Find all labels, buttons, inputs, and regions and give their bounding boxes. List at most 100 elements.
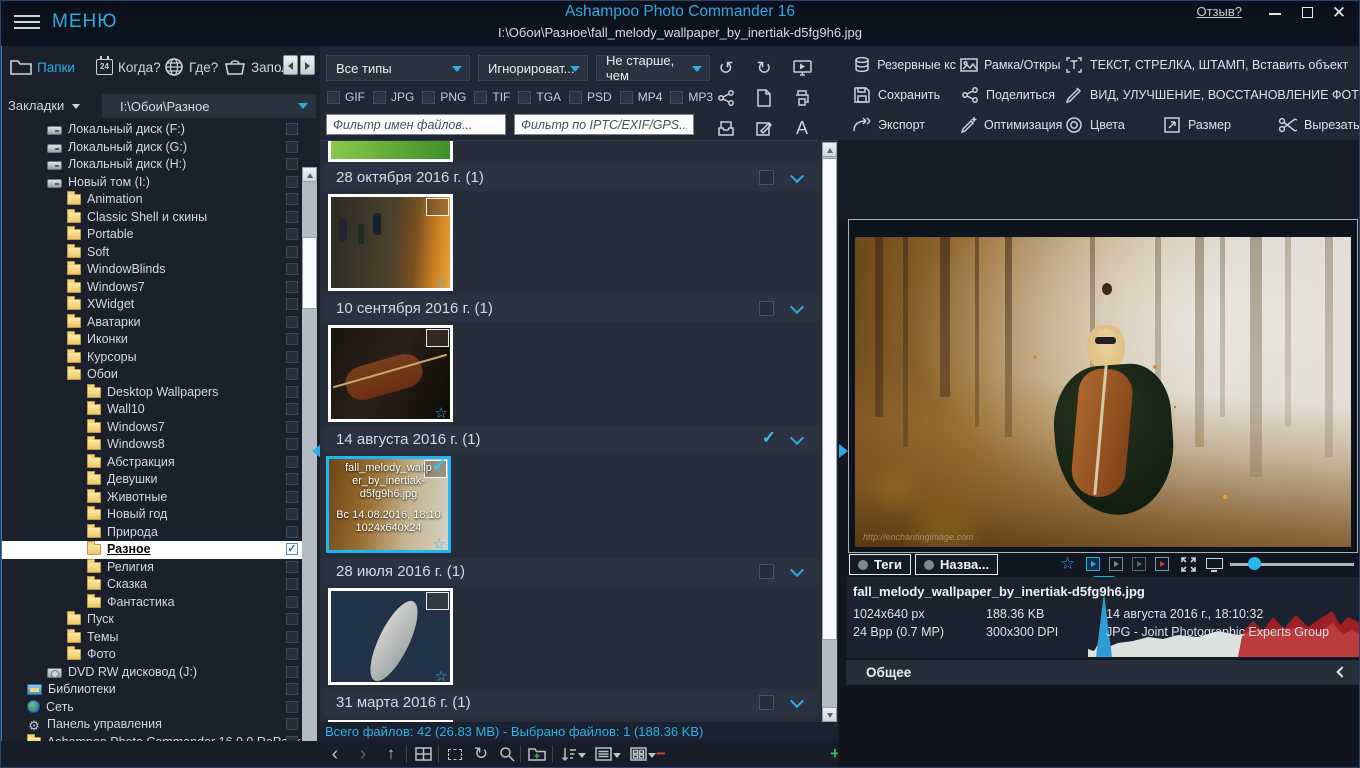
tree-item-checkbox[interactable]: [286, 211, 298, 223]
action-size-button[interactable]: Размер: [1162, 115, 1274, 135]
tree-item[interactable]: Сеть: [2, 699, 302, 717]
date-group-header[interactable]: 10 сентября 2016 г. (1): [324, 295, 818, 322]
slider-knob[interactable]: [1248, 557, 1261, 570]
path-combobox[interactable]: I:\Обои\Разное: [102, 94, 316, 118]
tree-item-checkbox[interactable]: [286, 666, 298, 678]
monitor-icon[interactable]: [1206, 558, 1223, 569]
thumbnail-fall[interactable]: ☆fall_melody_wallper_by_inertiak-d5fg9h6…: [326, 456, 451, 553]
tree-item-checkbox[interactable]: [286, 403, 298, 415]
date-group-header[interactable]: 28 июля 2016 г. (1): [324, 558, 818, 585]
chevron-left-icon[interactable]: [1336, 666, 1347, 677]
tree-item-checkbox[interactable]: [286, 473, 298, 485]
feedback-link[interactable]: Отзыв?: [1196, 4, 1242, 19]
tree-item[interactable]: Фото: [2, 646, 302, 664]
tree-item-checkbox[interactable]: [286, 158, 298, 170]
star-rating-icon[interactable]: ☆: [435, 273, 448, 291]
tree-item-checkbox[interactable]: [286, 701, 298, 713]
tree-item[interactable]: Разное✓: [2, 541, 302, 559]
view-thumbnails-button[interactable]: [627, 744, 649, 764]
tree-item[interactable]: Абстракция: [2, 454, 302, 472]
tab-scroll-right-button[interactable]: [300, 55, 315, 75]
back-button[interactable]: ‹: [324, 744, 346, 764]
group-checkbox[interactable]: [759, 695, 774, 710]
tree-item[interactable]: Windows7: [2, 279, 302, 297]
tree-item[interactable]: Windows7: [2, 419, 302, 437]
print-button[interactable]: [790, 86, 814, 110]
tree-item[interactable]: Обои: [2, 366, 302, 384]
maximize-button[interactable]: [1298, 4, 1316, 22]
format-checkbox-mp3[interactable]: MP3: [670, 90, 713, 104]
metadata-filter-input[interactable]: [514, 114, 694, 135]
ignore-dropdown[interactable]: Игнорироват...: [478, 55, 588, 81]
tree-item-checkbox[interactable]: [286, 368, 298, 380]
action-brush-button[interactable]: ВИД, УЛУЧШЕНИЕ, ВОССТАНОВЛЕНИЕ ФОТО: [1064, 85, 1360, 105]
scroll-up-button[interactable]: [822, 142, 837, 157]
checkbox-icon[interactable]: [620, 91, 633, 104]
chevron-down-icon[interactable]: [790, 563, 804, 577]
date-group-header[interactable]: 14 августа 2016 г. (1)✓: [324, 426, 818, 453]
tree-item[interactable]: Девушки: [2, 471, 302, 489]
tab-when[interactable]: 24 Когда?: [96, 54, 161, 80]
action-share-button[interactable]: Поделиться: [960, 85, 1060, 105]
bookmarks-dropdown[interactable]: Закладки: [8, 98, 64, 113]
forward-button[interactable]: ›: [352, 744, 374, 764]
action-colors-button[interactable]: Цвета: [1064, 115, 1158, 135]
edit-button[interactable]: [752, 116, 776, 140]
action-save-button[interactable]: Сохранить: [852, 85, 956, 105]
new-folder-button[interactable]: [526, 744, 548, 764]
auto-view-toggle-2[interactable]: [1109, 557, 1123, 571]
tree-item[interactable]: XWidget: [2, 296, 302, 314]
action-frame-button[interactable]: Рамка/Откры: [960, 55, 1060, 75]
tree-item[interactable]: Сказка: [2, 576, 302, 594]
tree-item[interactable]: Локальный диск (H:): [2, 156, 302, 174]
tree-item[interactable]: Курсоры: [2, 349, 302, 367]
tree-item[interactable]: DVD RW дисковод (J:): [2, 664, 302, 682]
group-checkbox[interactable]: [759, 301, 774, 316]
format-checkbox-png[interactable]: PNG: [422, 90, 466, 104]
star-rating-icon[interactable]: ☆: [1060, 554, 1075, 574]
tree-item-checkbox[interactable]: [286, 228, 298, 240]
tree-item-checkbox[interactable]: [286, 631, 298, 643]
tree-item-checkbox[interactable]: [286, 718, 298, 730]
table-view-button[interactable]: [412, 744, 434, 764]
tree-item[interactable]: Природа: [2, 524, 302, 542]
action-backup-button[interactable]: Резервные кс: [852, 55, 956, 75]
tab-folders[interactable]: Папки: [10, 54, 75, 80]
tree-item-checkbox[interactable]: [286, 438, 298, 450]
share-quick-button[interactable]: [714, 86, 738, 110]
file-type-dropdown[interactable]: Все типы: [326, 55, 470, 81]
format-checkbox-jpg[interactable]: JPG: [373, 90, 414, 104]
tree-item[interactable]: Soft: [2, 244, 302, 262]
checkbox-icon[interactable]: [518, 91, 531, 104]
tree-item[interactable]: Portable: [2, 226, 302, 244]
tree-item[interactable]: Wall10: [2, 401, 302, 419]
tree-item-checkbox[interactable]: [286, 316, 298, 328]
tree-item[interactable]: Новый год: [2, 506, 302, 524]
group-checkbox[interactable]: [759, 564, 774, 579]
tree-item-checkbox[interactable]: ✓: [286, 543, 298, 555]
filename-filter-input[interactable]: [326, 114, 506, 135]
checkbox-icon[interactable]: [327, 91, 340, 104]
tree-item-checkbox[interactable]: [286, 123, 298, 135]
scrollbar-thumb[interactable]: [822, 158, 837, 640]
star-rating-icon[interactable]: ☆: [435, 404, 448, 422]
format-checkbox-tga[interactable]: TGA: [518, 90, 561, 104]
view-list-button[interactable]: [592, 744, 614, 764]
age-dropdown[interactable]: Не старше, чем: [596, 55, 710, 81]
tree-item[interactable]: Animation: [2, 191, 302, 209]
chevron-down-icon[interactable]: [790, 431, 804, 445]
format-checkbox-psd[interactable]: PSD: [569, 90, 612, 104]
section-header-general[interactable]: Общее: [846, 660, 1360, 685]
tree-item-checkbox[interactable]: [286, 141, 298, 153]
scrollbar-thumb[interactable]: [302, 237, 317, 309]
date-group-header[interactable]: 31 марта 2016 г. (1): [324, 689, 818, 716]
chevron-down-icon[interactable]: [72, 104, 80, 109]
auto-view-toggle-3[interactable]: [1132, 557, 1146, 571]
tree-item-checkbox[interactable]: [286, 578, 298, 590]
tree-item[interactable]: Windows8: [2, 436, 302, 454]
chevron-down-icon[interactable]: [790, 300, 804, 314]
collapse-right-panel-arrow[interactable]: [839, 444, 848, 458]
tree-item-checkbox[interactable]: [286, 648, 298, 660]
thumbnail-feather[interactable]: ☆: [328, 588, 453, 685]
tree-item[interactable]: Пуск: [2, 611, 302, 629]
